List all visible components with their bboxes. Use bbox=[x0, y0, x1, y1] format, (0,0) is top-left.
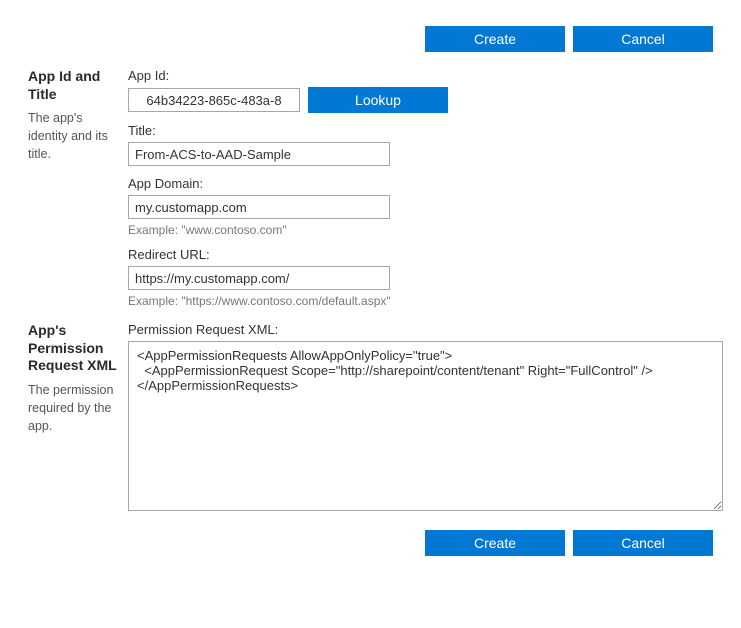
side-title-appid: App Id and Title bbox=[28, 68, 118, 103]
section-permission-xml: App's Permission Request XML The permiss… bbox=[28, 322, 713, 514]
redirect-url-input[interactable] bbox=[128, 266, 390, 290]
hint-redirect: Example: "https://www.contoso.com/defaul… bbox=[128, 294, 713, 308]
cancel-button-bottom[interactable]: Cancel bbox=[573, 530, 713, 556]
main-app-id-title: App Id: Lookup Title: App Domain: Exampl… bbox=[128, 68, 713, 308]
label-domain: App Domain: bbox=[128, 176, 713, 191]
label-redirect: Redirect URL: bbox=[128, 247, 713, 262]
lookup-button[interactable]: Lookup bbox=[308, 87, 448, 113]
create-button-bottom[interactable]: Create bbox=[425, 530, 565, 556]
label-title: Title: bbox=[128, 123, 713, 138]
title-input[interactable] bbox=[128, 142, 390, 166]
permission-xml-textarea[interactable] bbox=[128, 341, 723, 511]
hint-domain: Example: "www.contoso.com" bbox=[128, 223, 713, 237]
row-app-id: Lookup bbox=[128, 87, 713, 113]
label-app-id: App Id: bbox=[128, 68, 713, 83]
app-domain-input[interactable] bbox=[128, 195, 390, 219]
app-id-input[interactable] bbox=[128, 88, 300, 112]
side-app-id-title: App Id and Title The app's identity and … bbox=[28, 68, 128, 163]
bottom-button-row: Create Cancel bbox=[28, 530, 713, 556]
cancel-button-top[interactable]: Cancel bbox=[573, 26, 713, 52]
side-title-xml: App's Permission Request XML bbox=[28, 322, 118, 375]
side-desc-appid: The app's identity and its title. bbox=[28, 109, 118, 163]
side-permission-xml: App's Permission Request XML The permiss… bbox=[28, 322, 128, 435]
label-xml: Permission Request XML: bbox=[128, 322, 723, 337]
section-app-id-title: App Id and Title The app's identity and … bbox=[28, 68, 713, 308]
side-desc-xml: The permission required by the app. bbox=[28, 381, 118, 435]
main-permission-xml: Permission Request XML: bbox=[128, 322, 723, 514]
create-button-top[interactable]: Create bbox=[425, 26, 565, 52]
top-button-row: Create Cancel bbox=[28, 26, 713, 52]
